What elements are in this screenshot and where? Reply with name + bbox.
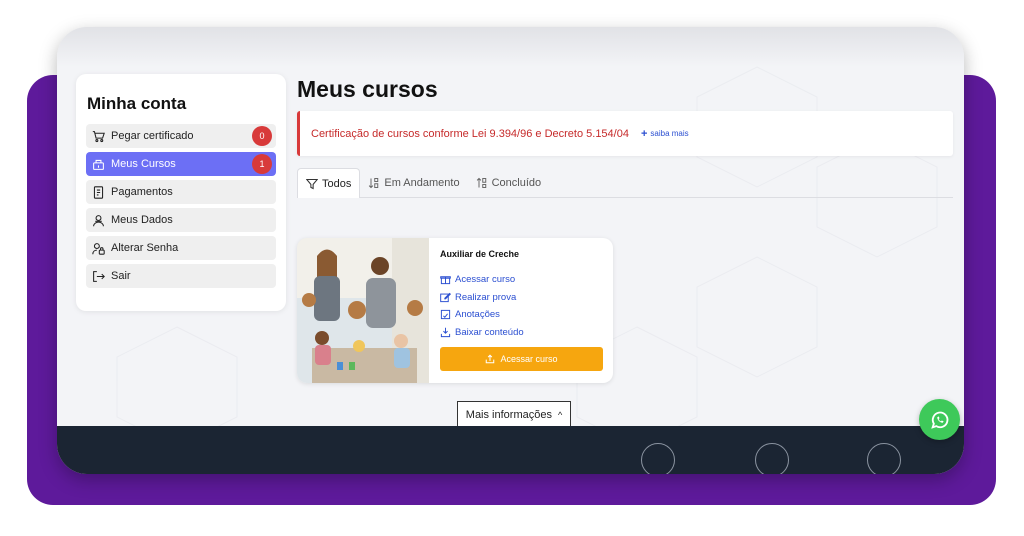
main-content: Meus cursos Certificação de cursos confo… — [297, 71, 957, 383]
pencil-icon — [440, 292, 451, 303]
user-lock-icon — [92, 242, 105, 255]
link-label: Acessar curso — [455, 274, 516, 286]
sidebar-item-payments[interactable]: Pagamentos — [86, 180, 276, 204]
account-sidebar: Minha conta Pegar certificado 0 Meus Cur… — [76, 74, 286, 311]
download-icon — [440, 327, 451, 338]
sort-down-icon — [368, 177, 380, 189]
notes-icon — [440, 309, 451, 320]
course-card: Auxiliar de Creche Acessar curso Realiza… — [297, 238, 613, 383]
footer — [57, 426, 964, 474]
sidebar-item-label: Meus Dados — [111, 214, 173, 226]
footer-social-icon[interactable] — [755, 443, 789, 474]
tab-label: Concluído — [491, 177, 542, 189]
course-image[interactable] — [297, 238, 429, 383]
course-details: Auxiliar de Creche Acessar curso Realiza… — [440, 249, 603, 371]
learn-more-link[interactable]: + saiba mais — [641, 128, 689, 140]
tab-all[interactable]: Todos — [297, 168, 361, 198]
certification-alert: Certificação de cursos conforme Lei 9.39… — [297, 111, 953, 156]
course-filter-tabs: Todos Em Andamento Concluído — [297, 168, 953, 198]
learn-more-label: saiba mais — [650, 129, 689, 138]
page-title: Meus cursos — [297, 76, 438, 102]
tab-label: Todos — [322, 177, 352, 190]
more-info-button[interactable]: Mais informações ^ — [457, 401, 571, 427]
tab-label: Em Andamento — [384, 177, 460, 189]
button-label: Acessar curso — [500, 354, 558, 364]
sidebar-item-label: Pegar certificado — [111, 130, 194, 142]
access-course-button[interactable]: Acessar curso — [440, 347, 603, 371]
sidebar-item-change-password[interactable]: Alterar Senha — [86, 236, 276, 260]
tab-in-progress[interactable]: Em Andamento — [360, 168, 467, 198]
logout-icon — [92, 270, 105, 283]
upload-box-icon — [485, 354, 495, 364]
sidebar-item-label: Pagamentos — [111, 186, 173, 198]
plus-icon: + — [640, 127, 648, 140]
sidebar-title: Minha conta — [87, 94, 187, 113]
browser-window: Minha conta Pegar certificado 0 Meus Cur… — [57, 27, 964, 474]
alert-text: Certificação de cursos conforme Lei 9.39… — [311, 127, 629, 140]
sidebar-item-label: Meus Cursos — [111, 158, 176, 170]
user-data-icon — [92, 214, 105, 227]
footer-social-icon[interactable] — [641, 443, 675, 474]
sidebar-item-certificate[interactable]: Pegar certificado 0 — [86, 124, 276, 148]
download-content-link[interactable]: Baixar conteúdo — [440, 324, 603, 342]
sidebar-item-label: Sair — [111, 270, 131, 282]
footer-social-icon[interactable] — [867, 443, 901, 474]
sort-up-icon — [476, 177, 488, 189]
receipt-icon — [92, 185, 105, 199]
access-course-link[interactable]: Acessar curso — [440, 271, 603, 289]
more-info-label: Mais informações — [465, 408, 552, 421]
link-label: Baixar conteúdo — [455, 326, 524, 338]
notes-link[interactable]: Anotações — [440, 306, 603, 324]
stage: Minha conta Pegar certificado 0 Meus Cur… — [0, 0, 1024, 536]
sidebar-item-label: Alterar Senha — [111, 242, 179, 254]
certificate-count-badge: 0 — [252, 126, 272, 146]
tab-completed[interactable]: Concluído — [468, 168, 550, 198]
whatsapp-button[interactable] — [919, 399, 960, 440]
cart-icon — [92, 130, 105, 143]
whatsapp-icon — [930, 411, 948, 429]
take-exam-link[interactable]: Realizar prova — [440, 289, 603, 307]
sidebar-item-my-data[interactable]: Meus Dados — [86, 208, 276, 232]
sidebar-item-my-courses[interactable]: Meus Cursos 1 — [86, 152, 276, 176]
chevron-up-icon: ^ — [557, 409, 563, 420]
filter-icon — [306, 178, 318, 190]
link-label: Realizar prova — [455, 291, 517, 303]
link-label: Anotações — [455, 309, 500, 321]
course-title: Auxiliar de Creche — [440, 249, 520, 259]
sidebar-item-logout[interactable]: Sair — [86, 264, 276, 288]
gift-icon — [440, 274, 451, 285]
courses-icon — [92, 158, 105, 171]
courses-count-badge: 1 — [252, 154, 272, 174]
